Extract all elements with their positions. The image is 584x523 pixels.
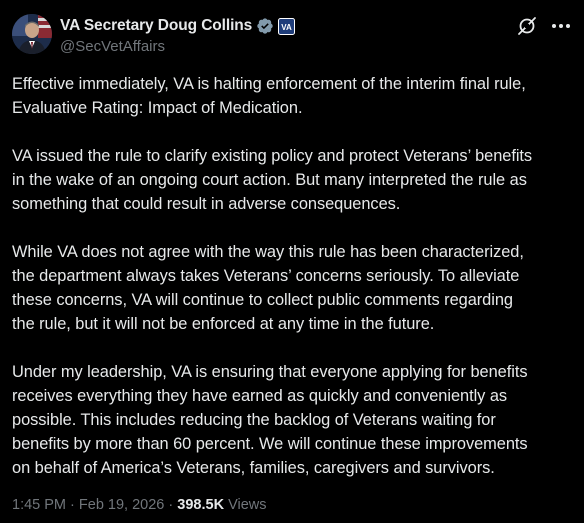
post-paragraph: VA issued the rule to clarify existing p… [12, 147, 533, 213]
post-date[interactable]: Feb 19, 2026 [79, 497, 164, 513]
svg-text:VA: VA [281, 23, 292, 32]
verified-badge-icon[interactable] [256, 17, 274, 35]
post-paragraph: Under my leadership, VA is ensuring that… [12, 363, 528, 477]
avatar[interactable] [12, 14, 52, 54]
post-paragraph: Effective immediately, VA is halting enf… [12, 75, 526, 117]
meta-separator: · [70, 497, 75, 513]
post-header: VA Secretary Doug Collins VA @SecVetAffa… [12, 14, 572, 58]
post-card: VA Secretary Doug Collins VA @SecVetAffa… [0, 0, 584, 523]
post-paragraph: While VA does not agree with the way thi… [12, 243, 524, 333]
grok-icon[interactable] [517, 16, 537, 36]
author-name-row: VA Secretary Doug Collins VA [60, 15, 296, 37]
views-label[interactable]: Views [228, 497, 266, 513]
views-count[interactable]: 398.5K [177, 497, 224, 513]
meta-separator: · [168, 497, 174, 513]
post-text: Effective immediately, VA is halting enf… [12, 72, 584, 480]
author-display-name[interactable]: VA Secretary Doug Collins [60, 17, 252, 35]
post-time[interactable]: 1:45 PM [12, 497, 66, 513]
author-block: VA Secretary Doug Collins VA @SecVetAffa… [60, 15, 296, 55]
more-options-icon[interactable] [550, 16, 572, 36]
author-handle[interactable]: @SecVetAffairs [60, 38, 295, 55]
va-affiliate-badge-icon[interactable]: VA [278, 17, 296, 35]
post-meta: 1:45 PM · Feb 19, 2026 · 398.5K Views [12, 497, 267, 513]
